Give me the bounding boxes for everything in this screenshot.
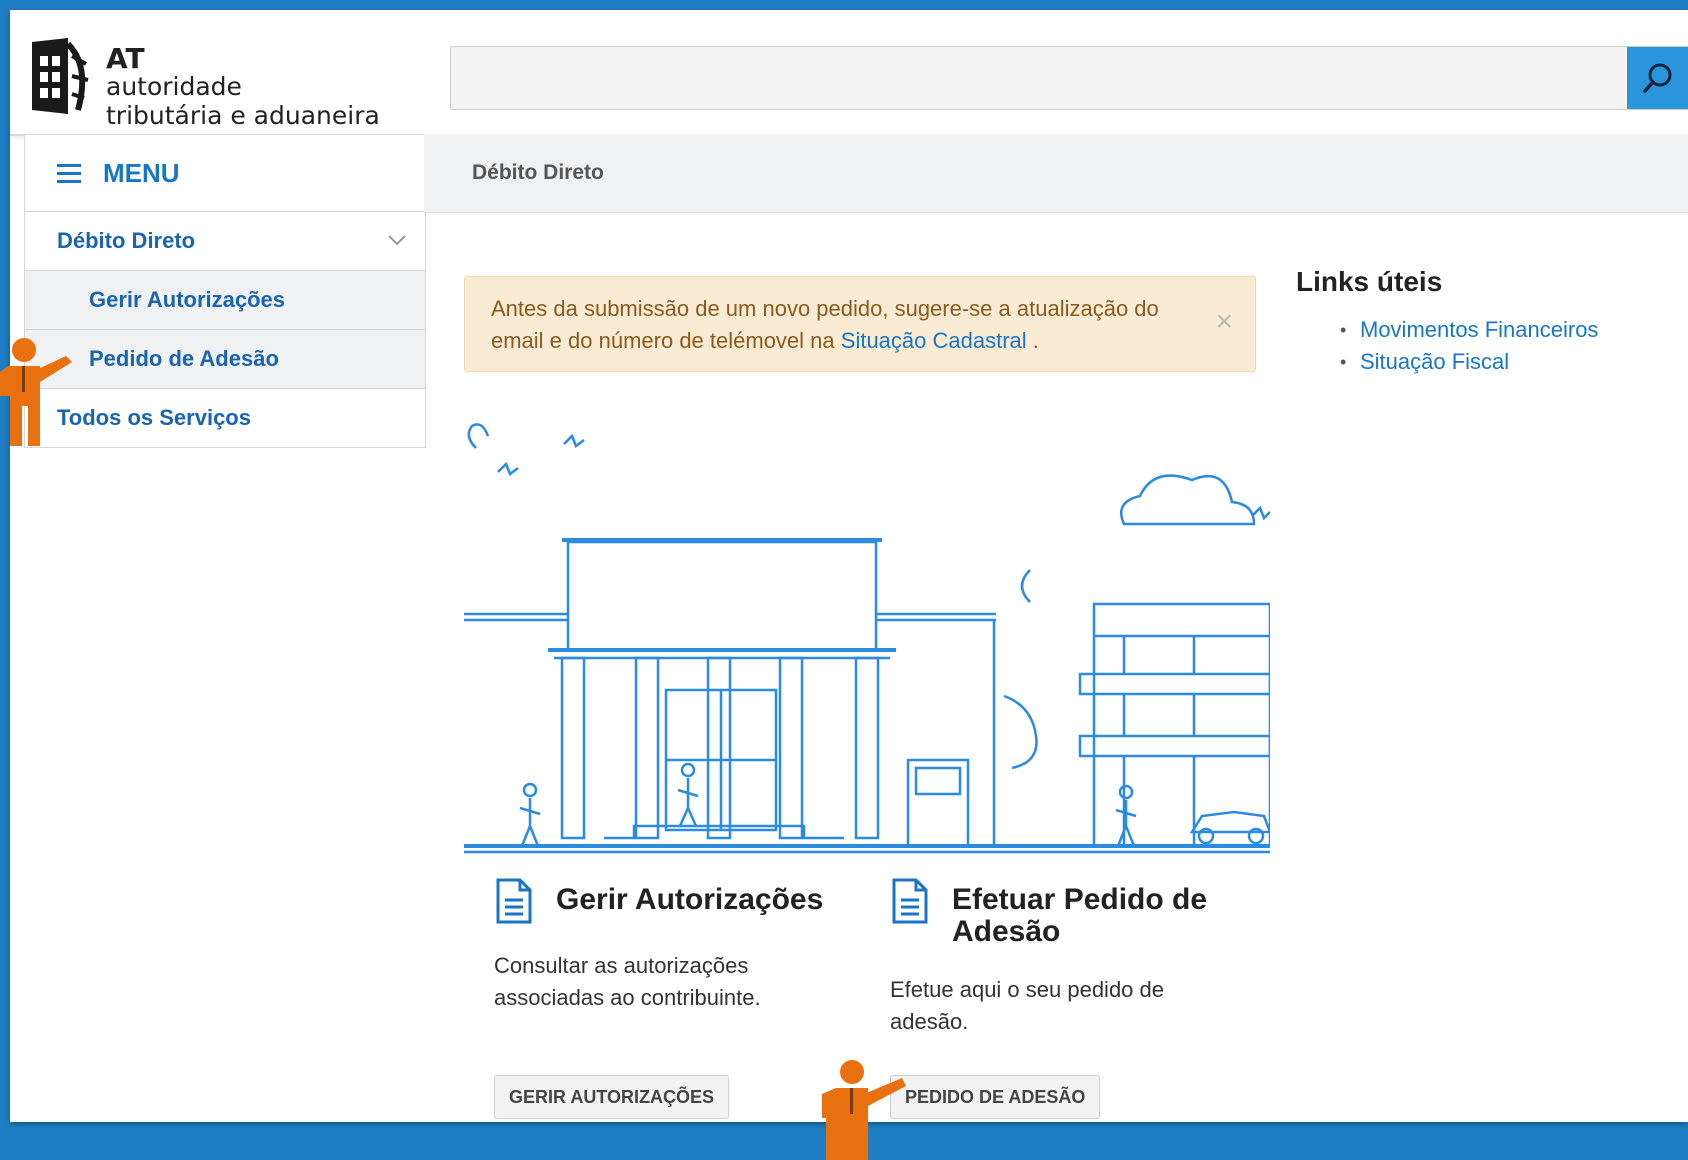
hamburger-icon (57, 159, 81, 188)
logo-abbr: AT (106, 42, 145, 75)
site-header: AT autoridade tributária e aduaneira (10, 10, 1688, 136)
bank-street-illustration (464, 423, 1270, 854)
menu-label: MENU (103, 157, 180, 188)
sidebar-item-gerir-autorizacoes[interactable]: Gerir Autorizações (25, 271, 425, 330)
card-title: Efetuar Pedido de Adesão (952, 883, 1208, 948)
sidebar-item-debito-direto[interactable]: Débito Direto (25, 212, 425, 271)
breadcrumb: Débito Direto (424, 134, 1688, 213)
pointer-person-icon (822, 1060, 906, 1160)
chevron-down-icon (388, 235, 406, 246)
card-description: Consultar as autorizações associadas ao … (494, 953, 761, 1010)
link-movimentos-financeiros[interactable]: Movimentos Financeiros (1340, 314, 1676, 346)
gerir-autorizacoes-button[interactable]: GERIR AUTORIZAÇÕES (494, 1075, 730, 1119)
menu-toggle[interactable]: MENU (25, 135, 425, 212)
card-description: Efetue aqui o seu pedido de adesão. (890, 977, 1165, 1034)
search-icon (1643, 63, 1672, 93)
link-situacao-fiscal[interactable]: Situação Fiscal (1340, 346, 1676, 378)
sidebar-item-label: Gerir Autorizações (89, 287, 286, 312)
situacao-cadastral-link[interactable]: Situação Cadastral (841, 328, 1027, 353)
card-gerir-autorizacoes: Gerir Autorizações Consultar as autoriza… (494, 878, 854, 1014)
pedido-de-adesao-button[interactable]: PEDIDO DE ADESÃO (890, 1075, 1101, 1119)
useful-links: Links úteis Movimentos Financeiros Situa… (1296, 266, 1676, 378)
sidebar-item-label: Débito Direto (57, 228, 196, 253)
at-logo[interactable]: AT autoridade tributária e aduaneira (28, 26, 388, 130)
search-input[interactable] (451, 47, 1627, 109)
card-pedido-de-adesao: Efetuar Pedido de Adesão Efetue aqui o s… (890, 878, 1250, 1038)
logo-line-1: autoridade (106, 72, 242, 101)
sidebar-menu: MENU Débito Direto Gerir Autorizações Pe… (24, 134, 426, 448)
search-bar (450, 46, 1688, 110)
pointer-person-icon (0, 338, 72, 446)
alert-text: Antes da submissão de um novo pedido, su… (491, 296, 1159, 353)
info-alert: Antes da submissão de um novo pedido, su… (464, 276, 1256, 372)
breadcrumb-current: Débito Direto (472, 161, 604, 184)
sidebar-item-pedido-de-adesao[interactable]: Pedido de Adesão (25, 330, 425, 389)
close-icon[interactable]: × (1215, 307, 1233, 337)
search-button[interactable] (1627, 47, 1688, 109)
document-icon (496, 878, 532, 924)
logo-text: AT autoridade tributária e aduaneira (106, 42, 380, 131)
logo-line-2: tributária e aduaneira (106, 101, 380, 130)
card-title: Gerir Autorizações (556, 883, 824, 916)
sidebar-item-label: Todos os Serviços (57, 405, 251, 430)
useful-links-title: Links úteis (1296, 266, 1443, 297)
alert-text-end: . (1026, 328, 1039, 353)
app-window: AT autoridade tributária e aduaneira MEN… (10, 10, 1688, 1122)
document-icon (892, 878, 928, 924)
sidebar-item-label: Pedido de Adesão (89, 346, 279, 371)
sidebar-item-todos-os-servicos[interactable]: Todos os Serviços (25, 389, 425, 447)
emblem-icon (32, 38, 89, 114)
